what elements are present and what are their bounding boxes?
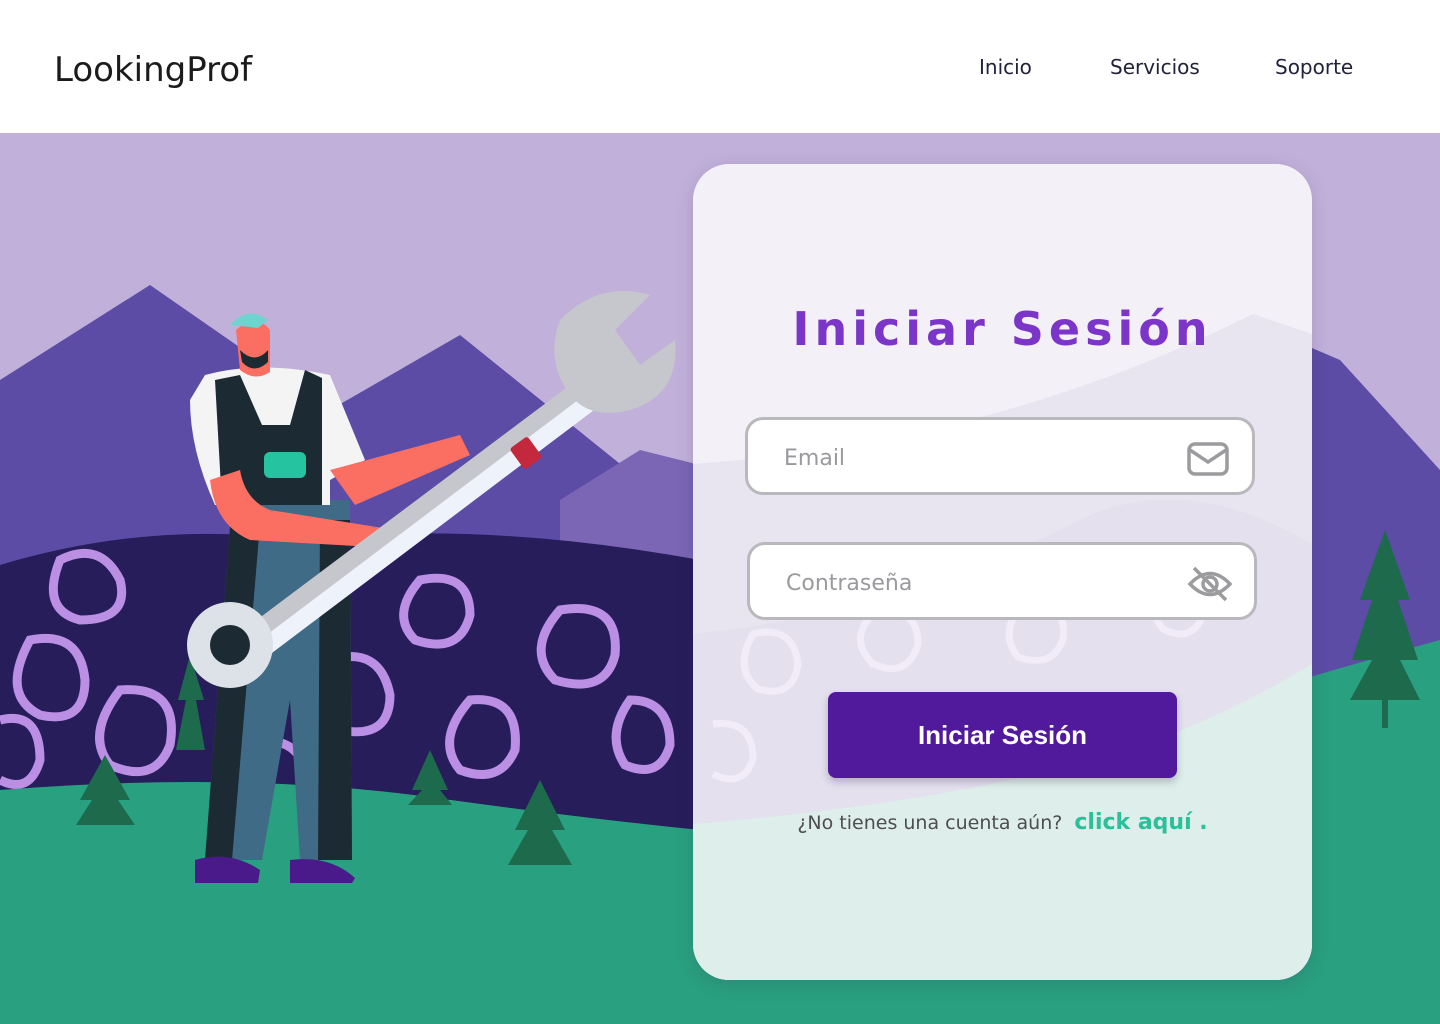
envelope-icon <box>1187 442 1229 476</box>
nav-link-servicios[interactable]: Servicios <box>1110 55 1200 79</box>
signup-text: ¿No tienes una cuenta aún? <box>797 812 1063 834</box>
nav-link-soporte[interactable]: Soporte <box>1275 55 1353 79</box>
brand-logo[interactable]: LookingProf <box>54 50 252 90</box>
email-field[interactable] <box>745 417 1255 495</box>
password-field[interactable] <box>747 542 1257 620</box>
login-card: Iniciar Sesión Iniciar Sesión ¿No tienes… <box>693 164 1312 980</box>
login-submit-button[interactable]: Iniciar Sesión <box>828 692 1177 778</box>
signup-prompt: ¿No tienes una cuenta aún? click aquí . <box>693 810 1312 835</box>
nav-link-inicio[interactable]: Inicio <box>979 55 1032 79</box>
login-title: Iniciar Sesión <box>792 302 1213 356</box>
eye-slash-icon[interactable] <box>1188 565 1232 603</box>
top-navbar: LookingProf Inicio Servicios Soporte <box>0 0 1440 133</box>
signup-link[interactable]: click aquí . <box>1074 810 1207 835</box>
password-input[interactable] <box>784 565 1168 601</box>
email-input[interactable] <box>782 440 1166 476</box>
